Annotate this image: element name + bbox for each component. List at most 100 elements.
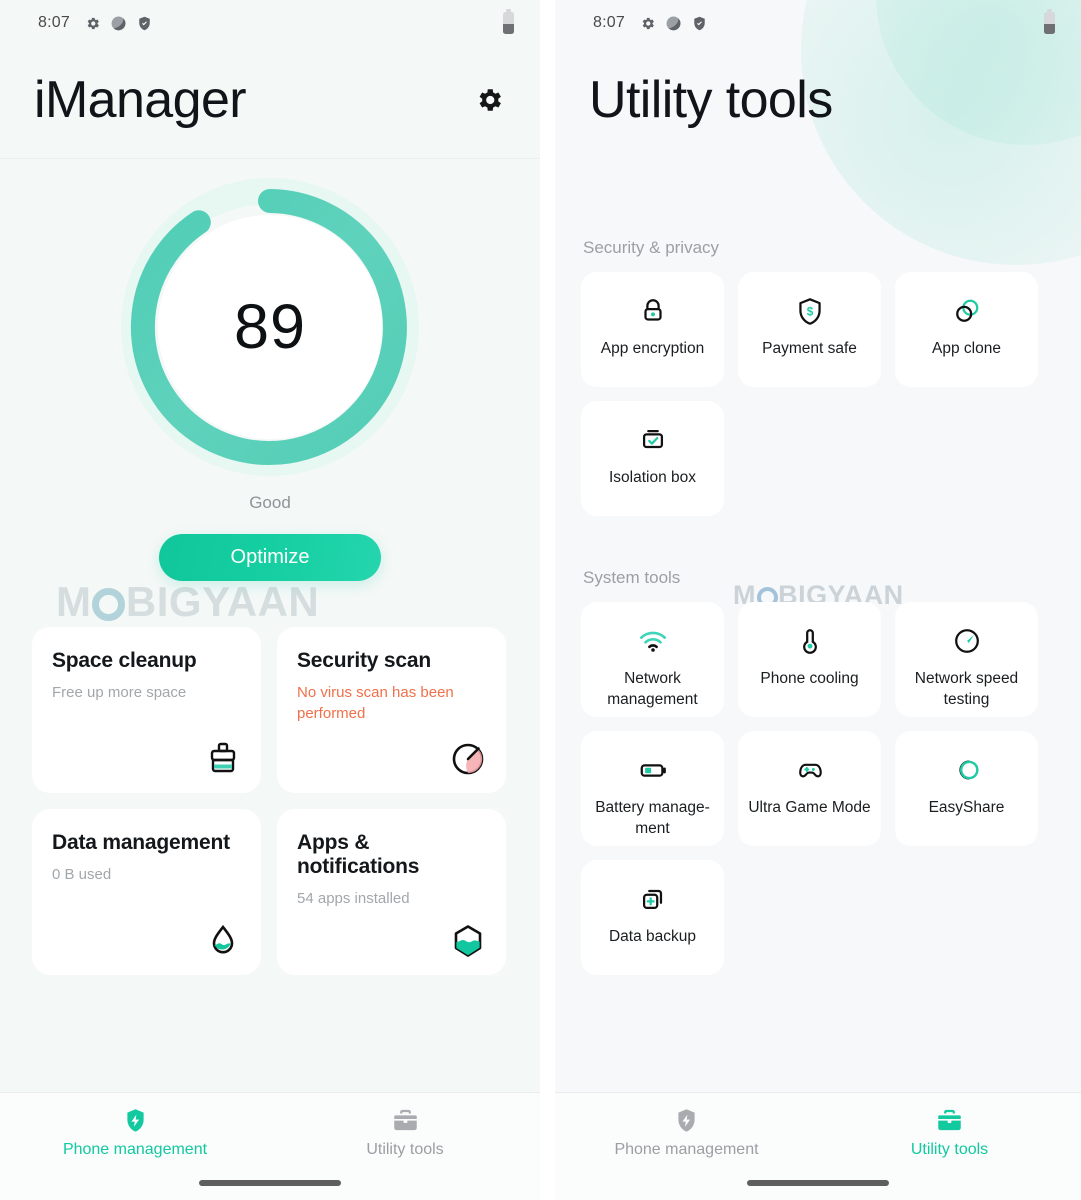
status-bar-time: 8:07 (593, 14, 625, 31)
home-indicator[interactable] (199, 1180, 341, 1186)
nav-utility-tools[interactable]: Utility tools (818, 1107, 1081, 1159)
optimize-button[interactable]: Optimize (159, 534, 381, 582)
gamepad-icon (793, 753, 827, 787)
status-bar-time: 8:07 (38, 14, 70, 31)
section-system-tools: System tools M BIGYAAN Network managemen… (555, 516, 1081, 976)
shield-bolt-icon (126, 1109, 144, 1132)
wifi-icon (636, 624, 670, 658)
shield-icon (694, 16, 705, 30)
card-title: Space cleanup (52, 649, 197, 673)
nav-label: Phone management (614, 1141, 759, 1158)
tile-phone-cooling[interactable]: Phone cooling (738, 602, 881, 718)
nav-phone-management[interactable]: Phone management (0, 1107, 270, 1159)
score-gauge-section: 89 Good (0, 159, 540, 513)
shield-bolt-icon (678, 1109, 695, 1132)
phone-screen-manager: 8:07 iManager 89 Good M BIGYAAN Optimize… (0, 0, 540, 1200)
card-subtitle: Free up more space (52, 684, 187, 702)
shield-dollar-icon: $ (793, 294, 827, 328)
gear-icon (479, 89, 501, 111)
page-title: iManager (34, 71, 247, 129)
screenshot-stage: 8:07 iManager 89 Good M BIGYAAN Optimize… (0, 0, 1081, 1200)
feature-card-grid: Space cleanup Free up more space Securit… (0, 581, 540, 976)
cleanup-brush-icon (210, 742, 236, 773)
nav-utility-tools[interactable]: Utility tools (270, 1107, 540, 1159)
tile-label: Network speed testing (914, 670, 1019, 709)
tile-label: EasyShare (928, 799, 1005, 817)
settings-button[interactable] (472, 83, 506, 117)
toolbox-icon (938, 1109, 961, 1131)
nav-phone-management[interactable]: Phone management (555, 1107, 818, 1159)
card-space-cleanup[interactable]: Space cleanup Free up more space (32, 627, 261, 794)
section-label: System tools (583, 568, 681, 588)
speedometer-icon (950, 624, 984, 658)
section-security-privacy: Security & privacy App encryption $ Paym… (555, 158, 1081, 517)
tile-label: Phone cooling (760, 670, 859, 688)
tile-network-management[interactable]: Network management (581, 602, 724, 718)
tile-app-encryption[interactable]: App encryption (581, 272, 724, 388)
lock-icon (636, 294, 670, 328)
tile-grid-system: Network management Phone cooling Network… (555, 602, 1081, 976)
two-circles-icon (950, 294, 984, 328)
tile-label: Network management (607, 670, 698, 709)
nav-label: Utility tools (366, 1141, 444, 1158)
tile-app-clone[interactable]: App clone (895, 272, 1038, 388)
nav-label: Phone management (62, 1141, 208, 1158)
status-bar: 8:07 (0, 0, 540, 46)
hexagon-icon (454, 925, 482, 957)
card-apps-notifications[interactable]: Apps & notifications 54 apps installed (277, 809, 506, 976)
tile-grid-security: App encryption $ Payment safe App clone … (555, 272, 1081, 517)
battery-icon (1044, 9, 1055, 34)
card-title: Security scan (297, 649, 431, 673)
thermometer-icon (793, 624, 827, 658)
water-drop-icon (212, 925, 234, 954)
bottom-navigation: Phone management Utility tools (555, 1092, 1081, 1200)
half-moon-icon (111, 16, 126, 30)
section-label: Security & privacy (583, 238, 720, 258)
tile-easyshare[interactable]: EasyShare (895, 731, 1038, 847)
battery-icon (503, 9, 514, 34)
card-title: Apps & notifications (297, 831, 420, 879)
nav-label: Utility tools (910, 1141, 989, 1158)
card-subtitle: 54 apps installed (297, 890, 410, 908)
status-bar: 8:07 (555, 0, 1081, 46)
tile-label: Battery manage-ment (595, 799, 710, 838)
tile-label: Data backup (608, 928, 697, 946)
toolbox-icon (393, 1109, 417, 1131)
tile-label: App clone (932, 340, 1001, 358)
tile-label: Isolation box (608, 469, 697, 487)
tile-label: App encryption (600, 340, 705, 358)
status-bar-right (1044, 9, 1055, 34)
score-status-label: Good (249, 493, 291, 513)
status-bar-right (503, 9, 514, 34)
tile-data-backup[interactable]: Data backup (581, 860, 724, 976)
home-indicator[interactable] (747, 1180, 889, 1186)
gear-icon (87, 17, 99, 29)
battery-icon (636, 753, 670, 787)
tile-payment-safe[interactable]: $ Payment safe (738, 272, 881, 388)
tile-label: Ultra Game Mode (748, 799, 871, 817)
shield-icon (139, 16, 150, 30)
card-data-management[interactable]: Data management 0 B used (32, 809, 261, 976)
card-title: Data management (52, 831, 230, 855)
gear-icon (642, 17, 654, 29)
link-circles-icon (950, 753, 984, 787)
screen-separator (540, 0, 555, 1200)
status-bar-icons (84, 15, 153, 32)
card-subtitle: No virus scan has been performed (297, 684, 454, 722)
tile-ultra-game-mode[interactable]: Ultra Game Mode (738, 731, 881, 847)
page-title: Utility tools (589, 71, 833, 129)
copy-plus-icon (636, 882, 670, 916)
app-header: iManager (0, 46, 540, 158)
tile-battery-management[interactable]: Battery manage-ment (581, 731, 724, 847)
bottom-navigation: Phone management Utility tools (0, 1092, 540, 1200)
svg-text:$: $ (806, 305, 813, 318)
tile-label: Payment safe (762, 340, 857, 358)
half-moon-icon (666, 16, 681, 30)
app-header: Utility tools (555, 46, 1081, 158)
score-gauge: 89 (120, 177, 420, 477)
tile-isolation-box[interactable]: Isolation box (581, 401, 724, 517)
score-value: 89 (233, 292, 307, 363)
box-check-icon (636, 423, 670, 457)
tile-network-speed-testing[interactable]: Network speed testing (895, 602, 1038, 718)
card-security-scan[interactable]: Security scan No virus scan has been per… (277, 627, 506, 794)
